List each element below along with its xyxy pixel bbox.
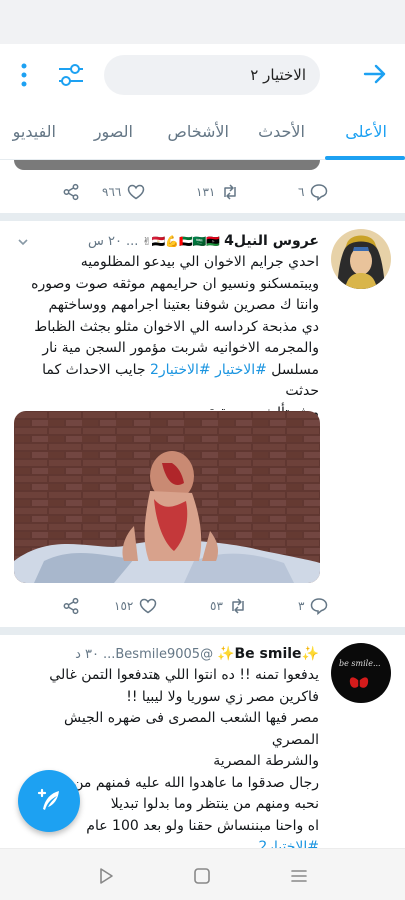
tweet-body: احدي جرايم الاخوان الي بيدعو المظلوميه و… bbox=[14, 252, 319, 424]
share-button[interactable] bbox=[62, 180, 80, 204]
sliders-icon bbox=[59, 64, 83, 86]
avatar-image bbox=[331, 643, 391, 703]
tweet-options-button[interactable] bbox=[16, 234, 30, 248]
feather-plus-icon bbox=[37, 788, 59, 810]
filter-button[interactable] bbox=[57, 62, 85, 88]
tweet-line: والشرطة المصرية bbox=[213, 753, 319, 769]
overflow-menu-button[interactable] bbox=[16, 62, 32, 88]
nav-home-button[interactable] bbox=[191, 865, 213, 887]
reply-count: ٣ bbox=[298, 599, 305, 613]
tab-people[interactable]: الأشخاص bbox=[167, 122, 229, 141]
system-navigation-bar bbox=[0, 848, 405, 900]
share-icon bbox=[63, 597, 79, 615]
retweet-icon bbox=[224, 184, 237, 200]
previous-tweet-photo[interactable] bbox=[14, 160, 320, 170]
author-handle[interactable]: ... bbox=[126, 234, 138, 249]
like-count: ٩٦٦ bbox=[102, 185, 122, 199]
heart-icon bbox=[140, 598, 157, 614]
tweet-line: دي مذبحة كرداسه الي الاخوان مثلو بجثث ال… bbox=[34, 318, 319, 335]
vertical-dots-icon bbox=[21, 63, 27, 87]
speech-bubble-icon bbox=[311, 598, 328, 615]
retweet-button[interactable]: ١٣١ bbox=[196, 180, 239, 204]
avatar[interactable]: be smile... bbox=[331, 643, 391, 703]
tweet-line: والمجرمه الاخوانيه شربت مؤمور السجن مية … bbox=[42, 340, 319, 356]
tweet-line: فاكرين مصر زي سوريا ولا ليبيا !! bbox=[126, 688, 319, 705]
speech-bubble-icon bbox=[311, 184, 328, 201]
status-bar-strip bbox=[0, 0, 405, 44]
hashtag-link[interactable]: #الاختيار bbox=[215, 362, 267, 378]
search-input[interactable]: الاختيار ٢ bbox=[104, 55, 320, 95]
share-button[interactable] bbox=[62, 594, 80, 618]
share-icon bbox=[63, 183, 79, 201]
back-button[interactable] bbox=[361, 60, 389, 88]
avatar-text: be smile... bbox=[339, 659, 381, 668]
tab-top[interactable]: الأعلى bbox=[345, 122, 387, 141]
tweet-header: عروس النيل4 🇪🇬💪🇦🇪🇸🇦🇱🇾✌ ... ٢٠ س bbox=[88, 230, 319, 252]
like-count: ١٥٢ bbox=[114, 599, 134, 613]
author-name[interactable]: ✨Be smile✨ bbox=[217, 646, 319, 662]
chevron-down-icon bbox=[18, 239, 28, 246]
tweet-actions: ٣ ٥٣ ١٥٢ bbox=[14, 594, 328, 618]
hashtag-link[interactable]: #الاختيار2 bbox=[150, 362, 211, 378]
active-tab-indicator bbox=[325, 156, 405, 160]
tweet-divider bbox=[0, 213, 405, 221]
author-handle[interactable]: @Besmile9005... bbox=[103, 647, 213, 662]
tweet-header: ✨Be smile✨ @Besmile9005... ٣٠ د bbox=[75, 643, 319, 665]
tweet-time: ٢٠ س bbox=[88, 233, 122, 249]
avatar-image bbox=[331, 229, 391, 289]
tab-photos[interactable]: الصور bbox=[94, 122, 133, 141]
tweet-line: وانتا ك مصرين شوفنا بعتينا اجرامهم ووساخ… bbox=[48, 297, 319, 313]
triangle-back-icon bbox=[100, 868, 113, 884]
reply-count: ٦ bbox=[298, 185, 305, 199]
like-button[interactable]: ٩٦٦ bbox=[102, 180, 145, 204]
retweet-count: ٥٣ bbox=[210, 599, 223, 613]
avatar[interactable] bbox=[331, 229, 391, 289]
tweet-line: مسلسل #الاختيار #الاختيار2 جايب الاحداث … bbox=[14, 360, 319, 403]
previous-tweet-actions: ٦ ١٣١ ٩٦٦ bbox=[14, 180, 328, 204]
tweet-line: يدفعوا تمنه !! ده انتوا اللي هتدفعوا الت… bbox=[49, 667, 319, 683]
tab-latest[interactable]: الأحدث bbox=[258, 122, 305, 141]
nav-recents-button[interactable] bbox=[288, 865, 310, 887]
reply-button[interactable]: ٣ bbox=[298, 594, 328, 618]
tab-videos[interactable]: الفيديو bbox=[13, 122, 56, 141]
retweet-count: ١٣١ bbox=[196, 185, 216, 199]
author-name[interactable]: عروس النيل4 bbox=[224, 233, 319, 249]
search-header: الاختيار ٢ bbox=[0, 44, 405, 106]
nav-back-button[interactable] bbox=[95, 865, 117, 887]
tweet-line: ويبتمسكنو ونسيو ان حرايمهم موثقه صوت وصو… bbox=[31, 275, 319, 292]
reply-button[interactable]: ٦ bbox=[298, 180, 328, 204]
retweet-icon bbox=[232, 598, 244, 614]
tweet-media-image[interactable] bbox=[14, 411, 320, 583]
tweet-divider bbox=[0, 627, 405, 635]
tweet-line: مصر فيها الشعب المصرى فى ضهره الجيش المص… bbox=[64, 710, 319, 748]
three-lines-icon bbox=[291, 870, 307, 882]
compose-tweet-button[interactable] bbox=[18, 770, 80, 832]
like-button[interactable]: ١٥٢ bbox=[114, 594, 157, 618]
heart-icon bbox=[128, 184, 145, 200]
author-name-emoji: 🇪🇬💪🇦🇪🇸🇦🇱🇾✌ bbox=[142, 234, 221, 248]
tweet-text-fragment: مسلسل bbox=[271, 361, 319, 378]
tweet-line: احدي جرايم الاخوان الي بيدعو المظلوميه bbox=[80, 254, 319, 270]
square-home-icon bbox=[194, 868, 210, 884]
search-tabs: الأعلى الأحدث الأشخاص الصور الفيديو bbox=[0, 106, 405, 160]
retweet-button[interactable]: ٥٣ bbox=[210, 594, 247, 618]
tweet-time: ٣٠ د bbox=[75, 646, 99, 662]
arrow-right-icon bbox=[363, 64, 386, 84]
media-photo bbox=[14, 411, 320, 583]
